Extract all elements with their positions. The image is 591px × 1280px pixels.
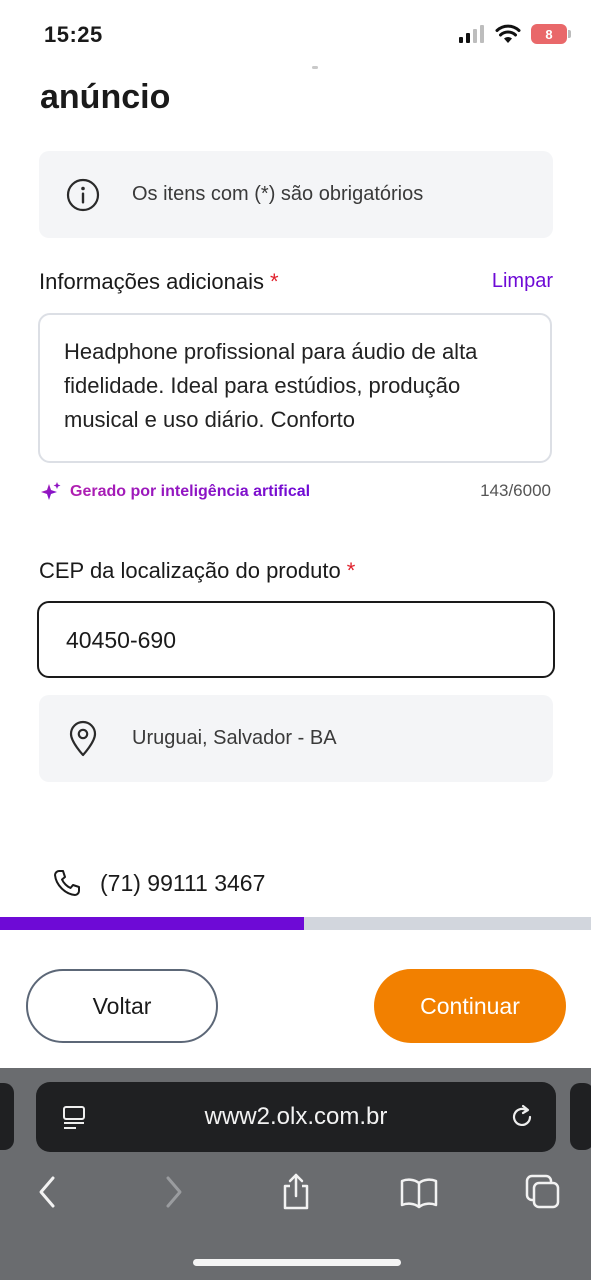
status-time: 15:25 (44, 22, 103, 47)
phone-row: (71) 99111 3467 (52, 868, 265, 898)
continue-button[interactable]: Continuar (374, 969, 566, 1043)
share-icon[interactable] (276, 1172, 316, 1212)
location-text: Uruguai, Salvador - BA (132, 727, 337, 749)
clear-button[interactable]: Limpar (492, 270, 553, 293)
cep-input[interactable] (64, 603, 508, 678)
required-mark: * (270, 269, 279, 294)
back-button[interactable]: Voltar (26, 969, 218, 1043)
additional-info-text: Headphone profissional para áudio de alt… (64, 339, 478, 432)
wifi-icon (495, 24, 521, 43)
address-bar[interactable]: www2.olx.com.br (36, 1082, 556, 1152)
ai-note-text: Gerado por inteligência artifical (70, 483, 311, 500)
battery-icon: 8 (531, 24, 571, 44)
cep-label-text: CEP da localização do produto (39, 558, 341, 583)
map-pin-icon (69, 720, 97, 756)
additional-info-label: Informações adicionais * (39, 269, 279, 295)
previous-tab-preview[interactable] (0, 1083, 14, 1150)
cep-input-box[interactable] (37, 601, 555, 678)
phone-number: (71) 99111 3467 (100, 869, 266, 896)
info-circle-icon (66, 178, 100, 211)
reload-icon[interactable] (508, 1103, 536, 1131)
book-icon[interactable] (399, 1172, 439, 1212)
additional-info-label-text: Informações adicionais (39, 269, 265, 294)
next-tab-preview[interactable] (570, 1083, 591, 1150)
battery-level: 8 (545, 26, 553, 42)
progress-fill (0, 917, 305, 930)
required-info-text: Os itens com (*) são obrigatórios (132, 183, 424, 205)
ai-generated-note: Gerado por inteligência artifical (40, 481, 310, 503)
page-title: anúncio (40, 78, 171, 116)
character-counter: 143/6000 (480, 481, 551, 500)
chevron-left-icon[interactable] (27, 1172, 67, 1212)
home-indicator (193, 1259, 401, 1266)
cep-label: CEP da localização do produto * (39, 558, 355, 584)
progress-bar (0, 917, 591, 930)
phone-icon (54, 870, 80, 896)
url-text: www2.olx.com.br (204, 1103, 388, 1130)
tabs-icon[interactable] (523, 1172, 563, 1212)
cellular-signal-icon (459, 25, 484, 43)
required-info-box: Os itens com (*) são obrigatórios (39, 151, 553, 238)
status-indicators: 8 (459, 24, 571, 44)
scroll-indicator (312, 66, 318, 69)
chevron-right-icon[interactable] (154, 1172, 194, 1212)
additional-info-textarea[interactable]: Headphone profissional para áudio de alt… (38, 313, 552, 463)
sparkle-icon (41, 482, 61, 500)
location-box: Uruguai, Salvador - BA (39, 695, 553, 782)
required-mark: * (346, 558, 356, 583)
